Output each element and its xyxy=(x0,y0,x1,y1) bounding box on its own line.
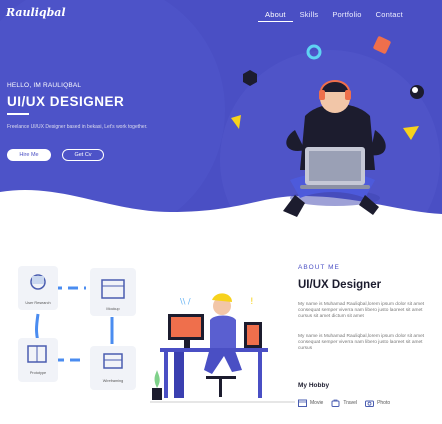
hobby-list: Movie Travel Photo xyxy=(298,399,390,407)
hobby-label-travel: Travel xyxy=(343,400,358,406)
process-card-user-research: User Research xyxy=(18,266,58,310)
about-paragraph-1: My name is Muhamad Rauliqbal,lorem ipsum… xyxy=(298,302,425,319)
about-label: ABOUT ME xyxy=(298,264,340,271)
hobby-item-movie: Movie xyxy=(298,399,323,407)
plant-icon xyxy=(152,370,162,400)
get-cv-button[interactable]: Get Cv xyxy=(62,149,104,161)
cube-shape-icon xyxy=(373,36,391,54)
nav-item-skills[interactable]: Skills xyxy=(293,8,326,22)
movie-icon xyxy=(298,399,307,407)
hero-greeting: HELLO, IM RAULIQBAL xyxy=(7,82,82,89)
design-process-diagram: User Research Mockup Prototype Wireframi… xyxy=(18,266,136,390)
process-card-wireframing: Wireframing xyxy=(90,346,136,390)
svg-text:!: ! xyxy=(250,297,254,307)
desk-illustration: \\ / ! xyxy=(150,293,295,403)
yellow-shape-icon xyxy=(231,115,241,129)
hero-intro: Freelance UI/UX Designer based in bekasi… xyxy=(7,124,148,130)
hero-role-title: UI/UX DESIGNER xyxy=(7,94,125,109)
hobby-item-photo: Photo xyxy=(365,399,390,407)
process-label-wireframing: Wireframing xyxy=(103,379,123,383)
process-card-prototype: Prototype xyxy=(18,338,58,382)
site-logo[interactable]: Rauliqbal xyxy=(6,6,66,19)
nav-item-about[interactable]: About xyxy=(258,8,293,22)
main-nav: About Skills Portfolio Contact xyxy=(258,8,410,22)
process-label-prototype: Prototype xyxy=(30,371,46,375)
hero-underline xyxy=(7,113,29,115)
yellow-triangle-icon xyxy=(403,126,419,140)
ring-shape-icon xyxy=(306,44,322,60)
monitor-icon xyxy=(168,314,204,348)
hero-section: Rauliqbal About Skills Portfolio Contact… xyxy=(0,0,442,240)
hire-me-button[interactable]: Hire Me xyxy=(7,149,51,161)
process-label-user-research: User Research xyxy=(25,301,50,305)
camera-icon xyxy=(365,400,375,407)
svg-text:\\ /: \\ / xyxy=(180,297,191,306)
hobby-title: My Hobby xyxy=(298,382,330,389)
designer-character xyxy=(283,80,386,217)
about-title: UI/UX Designer xyxy=(298,279,382,291)
travel-icon xyxy=(331,399,340,407)
nav-item-contact[interactable]: Contact xyxy=(369,8,410,22)
hobby-item-travel: Travel xyxy=(331,399,357,407)
process-label-mockup: Mockup xyxy=(106,307,119,311)
dark-cube-icon xyxy=(243,70,257,86)
hobby-label-photo: Photo xyxy=(377,400,391,406)
nav-item-portfolio[interactable]: Portfolio xyxy=(325,8,368,22)
hero-illustration xyxy=(231,36,424,217)
about-paragraph-2: My name is Muhamad Rauliqbal,lorem ipsum… xyxy=(298,334,425,351)
hobby-label-movie: Movie xyxy=(310,400,324,406)
process-card-mockup: Mockup xyxy=(90,268,136,316)
